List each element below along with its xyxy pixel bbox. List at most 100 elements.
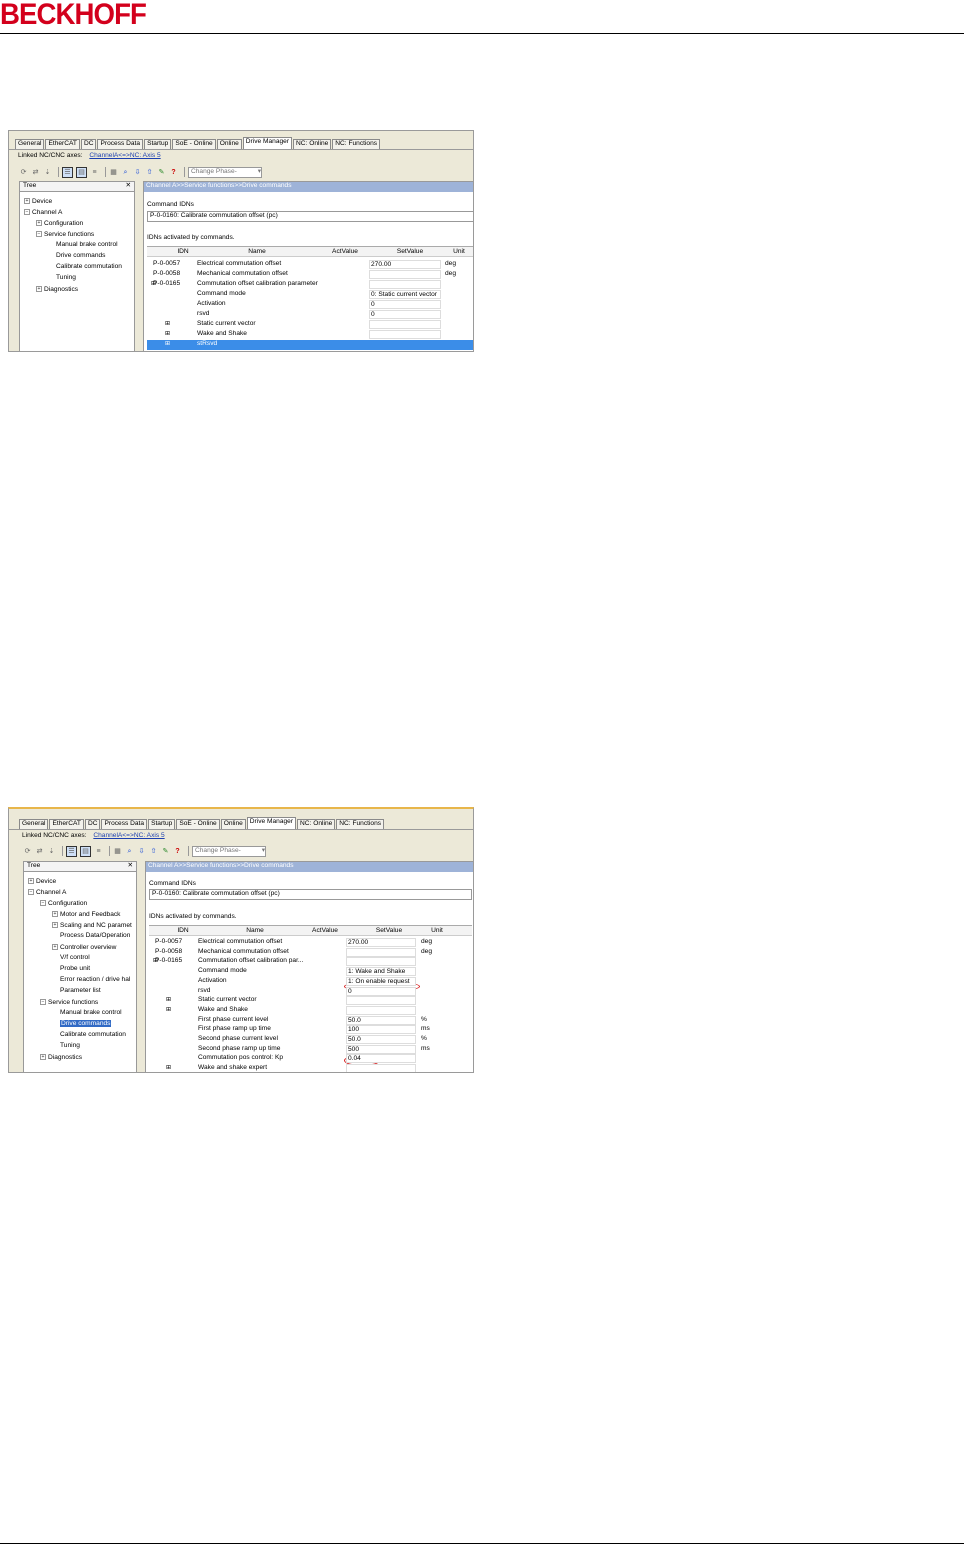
sync-icon[interactable]: ⇄ [31, 168, 40, 177]
collapse-icon[interactable]: − [40, 999, 46, 1005]
table-row[interactable]: ⊞ P-0-0165 Commutation offset calibration … [147, 280, 473, 290]
tools-icon[interactable]: ✎ [161, 847, 170, 856]
tree-item-drive-commands[interactable]: Drive commands [60, 1020, 112, 1028]
tree-item-manual-brake-control[interactable]: Manual brake control [60, 1009, 122, 1017]
close-icon[interactable]: ✕ [127, 862, 133, 870]
table-row[interactable]: P-0-0057 Electrical commutation offset 270… [149, 938, 472, 948]
column-header-actvalue[interactable]: ActValue [321, 248, 369, 256]
tree-item-device[interactable]: + Device [24, 198, 52, 205]
table-row[interactable]: ⊞ Wake and Shake [149, 1005, 472, 1016]
collapse-icon[interactable]: − [24, 209, 30, 215]
search-icon[interactable]: ⌕ [121, 168, 130, 177]
tab-online[interactable]: Online [216, 139, 242, 149]
tree-item-tuning[interactable]: Tuning [56, 274, 76, 282]
column-header-unit[interactable]: Unit [425, 927, 449, 935]
tab-nc-functions[interactable]: NC: Functions [332, 139, 381, 149]
grid-icon[interactable]: ▦ [109, 168, 118, 177]
tree-item-diagnostics[interactable]: + Diagnostics [40, 1054, 82, 1061]
table-row[interactable]: P-0-0057 Electrical commutation offset 270… [147, 260, 473, 270]
cell-setvalue[interactable] [369, 340, 441, 349]
tree-view-icon[interactable]: ☰ [62, 166, 73, 178]
table-row[interactable]: First phase current level 50.0% [149, 1015, 472, 1026]
table-row[interactable]: P-0-0058 Mechanical commutation offset deg [147, 270, 473, 280]
tab-nc-functions[interactable]: NC: Functions [336, 819, 385, 829]
table-row[interactable]: Activation 1: On enable request [149, 976, 472, 987]
table-row[interactable]: ⊞ P-0-0165 Commutation offset calibration … [149, 957, 472, 967]
cell-setvalue[interactable] [346, 957, 416, 967]
expand-icon[interactable]: + [36, 220, 42, 226]
tab-drive-manager[interactable]: Drive Manager [242, 137, 293, 149]
expand-icon[interactable]: + [36, 286, 42, 292]
tree-item-channel-a[interactable]: − Channel A [24, 209, 62, 216]
cell-setvalue[interactable]: 0 [369, 310, 441, 319]
tab-drive-manager[interactable]: Drive Manager [246, 817, 297, 829]
export-icon[interactable]: ⇧ [145, 168, 154, 177]
tab-online[interactable]: Online [220, 819, 246, 829]
refresh-icon[interactable]: ⟳ [19, 168, 28, 177]
cell-setvalue[interactable] [369, 270, 441, 279]
tab-general[interactable]: General [15, 139, 45, 149]
search-icon[interactable]: ⌕ [125, 847, 134, 856]
list-view-icon[interactable]: ▤ [76, 166, 87, 178]
tree-item-manual-brake-control[interactable]: Manual brake control [56, 241, 118, 249]
cell-setvalue[interactable]: 0.04 [346, 1054, 416, 1064]
tree-item-service-functions[interactable]: − Service functions [40, 999, 98, 1006]
tab-dc[interactable]: DC [80, 139, 97, 149]
table-row[interactable]: Command mode 0: Static current vector [147, 290, 473, 300]
table-row[interactable]: ⊞ Static current vector [149, 996, 472, 1006]
linked-axis-link[interactable]: ChannelA<=>NC: Axis 5 [89, 152, 160, 159]
tab-process-data[interactable]: Process Data [97, 139, 144, 149]
cell-setvalue[interactable]: 50.0 [346, 1015, 416, 1025]
cell-setvalue[interactable]: 0 [346, 986, 416, 996]
tab-general[interactable]: General [19, 819, 49, 829]
tree-item-calibrate-commutation[interactable]: Calibrate commutation [60, 1031, 126, 1039]
table-row[interactable]: rsvd 0 [149, 986, 472, 997]
table-row[interactable]: rsvd 0 [147, 310, 473, 320]
change-phase-dropdown[interactable]: Change Phase- ▾ [192, 845, 266, 857]
tree-item-controller-overview[interactable]: + Controller overview [52, 944, 116, 951]
cell-setvalue[interactable] [369, 280, 441, 289]
cell-setvalue[interactable] [346, 1064, 416, 1072]
table-row[interactable]: ⊞ Wake and shake expert [149, 1064, 472, 1072]
tree-item-calibrate-commutation[interactable]: Calibrate commutation [56, 263, 122, 271]
table-row[interactable]: P-0-0058 Mechanical commutation offset deg [149, 947, 472, 958]
tab-ethercat[interactable]: EtherCAT [45, 139, 80, 149]
column-header-idn[interactable]: IDN [163, 927, 203, 935]
tab-ethercat[interactable]: EtherCAT [49, 819, 84, 829]
table-row[interactable]: Second phase current level 50.0% [149, 1035, 472, 1045]
close-icon[interactable]: ✕ [125, 182, 131, 190]
cell-setvalue[interactable]: 0 [369, 300, 441, 309]
hierarchy-icon[interactable]: ≡ [90, 168, 99, 177]
tree-item-error-reaction[interactable]: Error reaction / drive hal [60, 976, 130, 984]
tab-process-data[interactable]: Process Data [101, 819, 148, 829]
command-idn-field[interactable]: P-0-0160: Calibrate commutation offset (… [149, 889, 472, 900]
cell-setvalue[interactable]: 500 [346, 1044, 416, 1054]
column-header-actvalue[interactable]: ActValue [301, 927, 349, 935]
tab-nc-online[interactable]: NC: Online [293, 139, 332, 149]
tree-item-motor-feedback[interactable]: + Motor and Feedback [52, 911, 120, 918]
tab-dc[interactable]: DC [84, 819, 101, 829]
tab-nc-online[interactable]: NC: Online [297, 819, 336, 829]
help-icon[interactable]: ? [169, 168, 178, 177]
cell-setvalue[interactable]: 270.00 [346, 938, 416, 947]
grid-icon[interactable]: ▦ [113, 847, 122, 856]
column-header-unit[interactable]: Unit [447, 248, 471, 256]
expand-icon[interactable]: ⊞ [166, 997, 171, 1003]
tree-item-tuning[interactable]: Tuning [60, 1042, 80, 1050]
tree-view-icon[interactable]: ☰ [66, 845, 77, 857]
tools-icon[interactable]: ✎ [157, 168, 166, 177]
column-header-setvalue[interactable]: SetValue [353, 927, 425, 935]
cell-setvalue[interactable] [346, 1005, 416, 1015]
cell-setvalue[interactable]: 1: On enable request [346, 976, 416, 986]
export-icon[interactable]: ⇧ [149, 847, 158, 856]
tree-item-process-data-operation[interactable]: Process Data/Operation [60, 932, 130, 940]
column-header-name[interactable]: Name [207, 248, 307, 256]
expand-icon[interactable]: ⊞ [166, 1065, 171, 1071]
cell-setvalue[interactable] [346, 947, 416, 957]
expand-icon[interactable]: + [52, 922, 58, 928]
column-header-setvalue[interactable]: SetValue [373, 248, 447, 256]
table-row[interactable]: Command mode 1: Wake and Shake [149, 967, 472, 977]
download-icon[interactable]: ⇣ [47, 847, 56, 856]
tab-soe-online[interactable]: SoE - Online [172, 139, 216, 149]
import-icon[interactable]: ⇩ [137, 847, 146, 856]
